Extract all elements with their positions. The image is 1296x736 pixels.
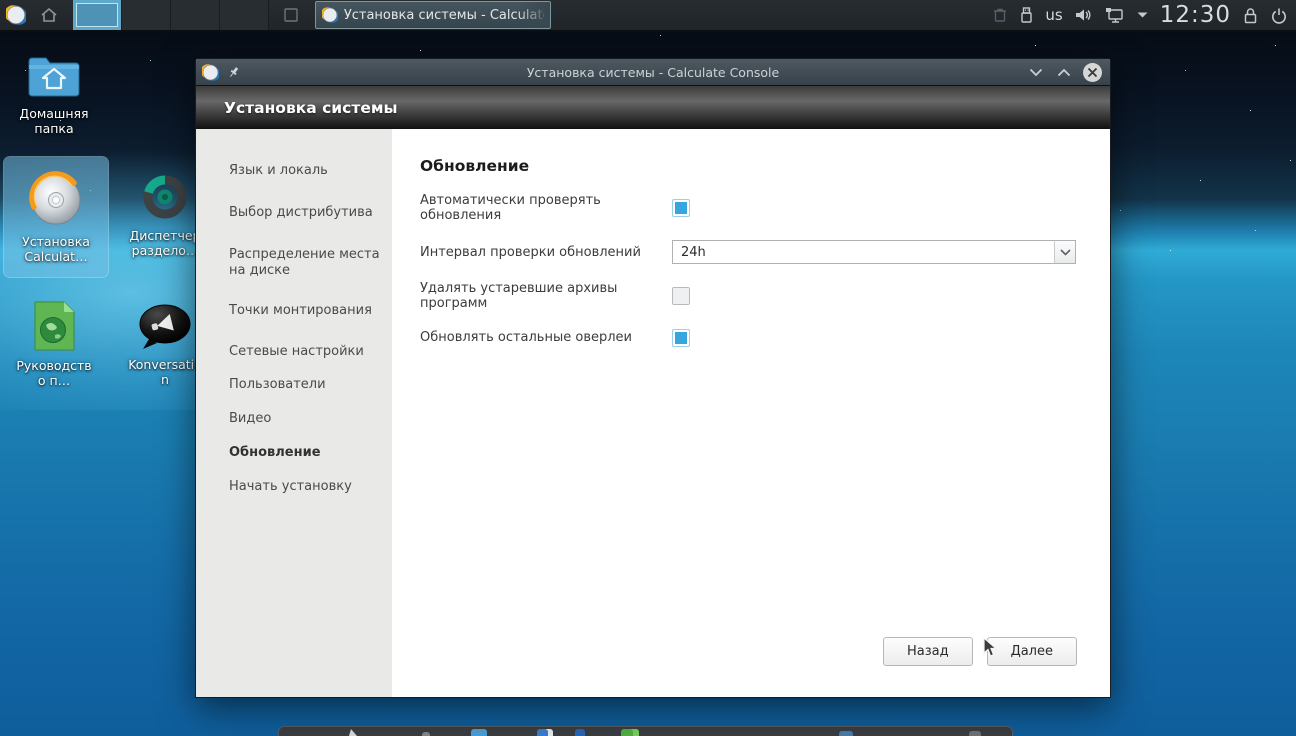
form-row-update-overlays: Обновлять остальные оверлеи [420, 328, 1076, 347]
update-interval-select[interactable]: 24h [672, 240, 1076, 264]
field-label: Интервал проверки обновлений [420, 245, 672, 260]
clock[interactable]: 12:30 [1160, 2, 1231, 28]
chevron-down-icon[interactable] [1054, 240, 1076, 264]
desktop: Установка системы - Calculate Co us 1 [0, 0, 1296, 736]
window-controls [1027, 63, 1110, 82]
wizard-sidebar: Язык и локаль Выбор дистрибутива Распред… [196, 129, 392, 697]
sidebar-item-language[interactable]: Язык и локаль [196, 163, 392, 179]
dock-icon[interactable] [839, 731, 853, 736]
sidebar-item-mountpoints[interactable]: Точки монтирования [196, 303, 392, 319]
pager-desktop-1[interactable] [73, 0, 122, 30]
calculate-console-window: Установка системы - Calculate Console Ус… [195, 58, 1111, 698]
window-title: Установка системы - Calculate Console [196, 65, 1110, 80]
desktop-icon-home-folder[interactable]: Домашняяпапка [2, 52, 106, 136]
guide-document-icon [2, 300, 106, 352]
select-value[interactable]: 24h [672, 240, 1055, 264]
bottom-dock[interactable] [278, 726, 1013, 736]
mouse-cursor [983, 637, 999, 659]
desktop-icon-label: Домашняяпапка [2, 106, 106, 136]
calculate-app-icon [322, 6, 338, 24]
task-button-fade [516, 2, 550, 28]
dock-icon[interactable] [575, 729, 585, 736]
back-button[interactable]: Назад [883, 637, 973, 666]
sidebar-item-distro[interactable]: Выбор дистрибутива [196, 205, 392, 221]
calculate-cd-icon [4, 170, 108, 228]
dock-cursor-icon [349, 729, 359, 736]
form-row-clean-archives: Удалять устаревшие архивы программ [420, 281, 1076, 311]
volume-icon[interactable] [1074, 6, 1093, 24]
power-icon[interactable] [1270, 6, 1288, 25]
field-label: Удалять устаревшие архивы программ [420, 281, 672, 311]
sidebar-item-users[interactable]: Пользователи [196, 377, 392, 393]
sidebar-item-network[interactable]: Сетевые настройки [196, 344, 392, 360]
pager-desktop-4[interactable] [220, 0, 269, 30]
page-title: Обновление [420, 157, 1076, 175]
sidebar-item-video[interactable]: Видео [196, 411, 392, 427]
dock-icon[interactable] [621, 729, 639, 736]
desktop-icon-label: Руководство п… [2, 358, 106, 388]
lock-icon[interactable] [1242, 6, 1259, 25]
trash-icon[interactable] [992, 6, 1008, 24]
system-tray: us 12:30 [992, 2, 1296, 28]
close-icon[interactable] [1083, 63, 1102, 82]
usb-device-icon[interactable] [1019, 6, 1034, 25]
keyboard-layout-indicator[interactable]: us [1045, 6, 1062, 24]
dock-icon[interactable] [537, 729, 553, 736]
sidebar-item-disk-layout[interactable]: Распределение места на диске [196, 247, 392, 279]
desktop-icon-label: УстановкаCalculat… [4, 234, 108, 264]
home-folder-icon [2, 52, 106, 100]
tray-expander-chevron-icon[interactable] [1136, 11, 1149, 19]
wizard-nav-buttons: Назад Далее [883, 637, 1077, 666]
window-app-icon [202, 64, 219, 81]
sidebar-item-update[interactable]: Обновление [196, 445, 392, 461]
dock-icon[interactable] [422, 732, 430, 736]
window-titlebar[interactable]: Установка системы - Calculate Console [196, 59, 1110, 86]
wizard-header-title: Установка системы [224, 99, 398, 117]
clean-archives-checkbox[interactable] [672, 287, 690, 305]
wizard-step-list: Язык и локаль Выбор дистрибутива Распред… [196, 163, 392, 495]
pager-desktop-2[interactable] [122, 0, 171, 30]
minimize-icon[interactable] [1027, 63, 1045, 81]
taskbar-task-button[interactable]: Установка системы - Calculate Co [315, 1, 551, 29]
home-icon[interactable] [37, 3, 61, 27]
pin-icon[interactable] [227, 65, 241, 79]
top-panel: Установка системы - Calculate Co us 1 [0, 0, 1296, 32]
form-row-interval: Интервал проверки обновлений 24h [420, 240, 1076, 264]
desktop-icon-guide[interactable]: Руководство п… [2, 300, 106, 388]
task-button-label: Установка системы - Calculate Co [344, 8, 544, 23]
sidebar-item-start-install[interactable]: Начать установку [196, 479, 392, 495]
update-overlays-checkbox[interactable] [672, 329, 690, 347]
field-label: Обновлять остальные оверлеи [420, 330, 672, 345]
pager-desktop-3[interactable] [171, 0, 220, 30]
field-label: Автоматически проверять обновления [420, 193, 672, 223]
wizard-header: Установка системы [196, 86, 1110, 129]
desktop-icon-install-calculate[interactable]: УстановкаCalculat… [4, 157, 108, 277]
dock-icon[interactable] [969, 731, 981, 736]
calculate-menu-icon[interactable] [3, 2, 29, 28]
maximize-icon[interactable] [1055, 63, 1073, 81]
dock-icon[interactable] [471, 729, 487, 736]
virtual-desktop-pager [73, 0, 269, 30]
auto-check-updates-checkbox[interactable] [672, 199, 690, 217]
next-button[interactable]: Далее [987, 637, 1077, 666]
wizard-content: Обновление Автоматически проверять обнов… [392, 129, 1110, 697]
show-desktop-icon[interactable] [281, 4, 301, 26]
network-icon[interactable] [1104, 6, 1125, 25]
form-row-auto-check: Автоматически проверять обновления [420, 193, 1076, 223]
